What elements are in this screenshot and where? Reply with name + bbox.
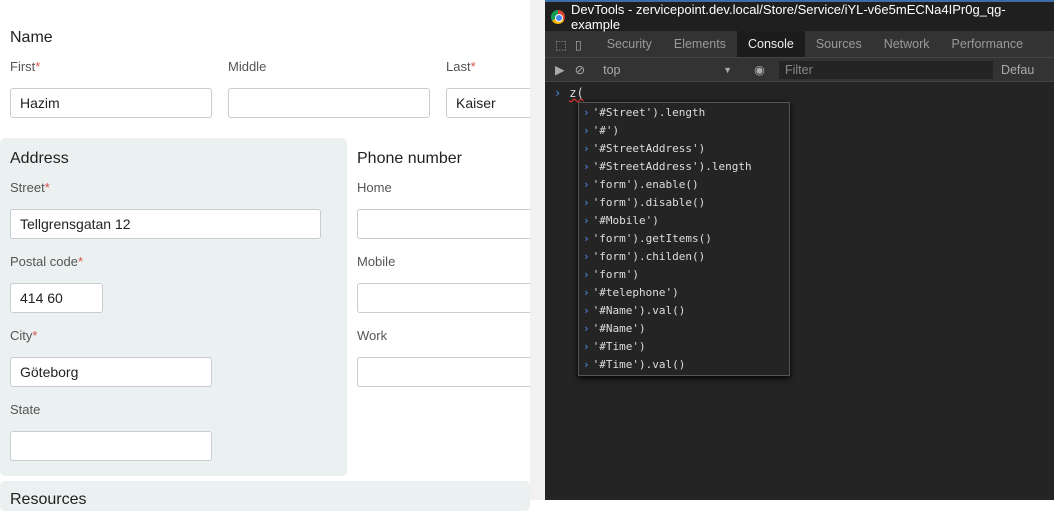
postal-code-label: Postal code* [10, 254, 83, 269]
chevron-right-icon: › [583, 304, 590, 317]
eye-icon[interactable]: ◉ [754, 62, 765, 77]
tab-security[interactable]: Security [596, 31, 663, 57]
first-name-input[interactable]: Hazim [10, 88, 212, 118]
console-input-text[interactable]: z( [569, 86, 583, 100]
autocomplete-item[interactable]: › '#Name').val() [579, 302, 789, 320]
chevron-right-icon: › [583, 250, 590, 263]
chevron-right-icon: › [583, 286, 590, 299]
suggestion-text: '#Mobile') [592, 214, 659, 227]
chevron-right-icon: › [583, 322, 590, 335]
device-toolbar-icon[interactable]: ▯ [575, 37, 582, 52]
console-toolbar: ▶ ⊘ top ▼ ◉ Filter Defau [545, 57, 1054, 82]
tab-performance[interactable]: Performance [941, 31, 1035, 57]
chevron-right-icon: › [583, 178, 590, 191]
chevron-down-icon[interactable]: ▼ [723, 65, 732, 75]
suggestion-text: '#') [592, 124, 620, 137]
service-form: Name First* Hazim Middle Last* Kaiser Ad… [0, 0, 567, 511]
levels-dropdown[interactable]: Defau [1001, 63, 1034, 77]
middle-label: Middle [228, 59, 267, 74]
mobile-label: Mobile [357, 254, 396, 269]
autocomplete-item[interactable]: › '#StreetAddress').length [579, 158, 789, 176]
tab-network[interactable]: Network [873, 31, 941, 57]
suggestion-text: '#Street').length [592, 106, 706, 119]
suggestion-text: '#Name').val() [592, 304, 686, 317]
suggestion-text: '#Time') [592, 340, 646, 353]
autocomplete-item[interactable]: › '#telephone') [579, 284, 789, 302]
inspect-element-icon[interactable]: ⬚ [555, 37, 567, 52]
prompt-icon: › [554, 86, 562, 100]
tab-console[interactable]: Console [736, 31, 805, 57]
autocomplete-item[interactable]: › '#Street').length [579, 104, 789, 122]
chevron-right-icon: › [583, 142, 590, 155]
autocomplete-item[interactable]: › '#Name') [579, 320, 789, 338]
page-scrollbar[interactable] [530, 0, 545, 500]
devtools-title: DevTools - zervicepoint.dev.local/Store/… [570, 1, 1006, 32]
city-label: City* [10, 328, 38, 343]
first-label: First* [10, 59, 41, 74]
autocomplete-item[interactable]: ›'form').childen() [579, 248, 789, 266]
chevron-right-icon: › [583, 232, 590, 245]
name-heading: Name [10, 29, 53, 46]
chevron-right-icon: › [583, 124, 590, 137]
sidebar-toggle-icon[interactable]: ▶ [555, 62, 565, 77]
clear-console-icon[interactable]: ⊘ [575, 62, 585, 77]
context-select[interactable]: top [603, 63, 723, 77]
autocomplete-item[interactable]: ›'form').getItems() [579, 230, 789, 248]
street-input[interactable]: Tellgrensgatan 12 [10, 209, 321, 239]
middle-name-input[interactable] [228, 88, 430, 118]
chevron-right-icon: › [583, 268, 590, 281]
suggestion-text: '#Name') [592, 322, 646, 335]
phone-heading: Phone number [357, 150, 462, 167]
chrome-logo-icon [551, 9, 565, 24]
suggestion-text: 'form').enable() [592, 178, 699, 191]
chevron-right-icon: › [583, 106, 590, 119]
suggestion-text: '#StreetAddress').length [592, 160, 752, 173]
resources-heading: Resources [10, 491, 87, 508]
address-heading: Address [10, 150, 69, 167]
autocomplete-item[interactable]: ›'form') [579, 266, 789, 284]
postal-code-input[interactable]: 414 60 [10, 283, 103, 313]
chevron-right-icon: › [583, 340, 590, 353]
suggestion-text: '#StreetAddress') [592, 142, 706, 155]
last-label: Last* [446, 59, 476, 74]
tab-elements[interactable]: Elements [663, 31, 737, 57]
autocomplete-list: › '#Street').length › '#') › '#StreetAddress'… [578, 102, 790, 376]
chevron-right-icon: › [583, 214, 590, 227]
suggestion-text: 'form').getItems() [592, 232, 712, 245]
chevron-right-icon: › [583, 358, 590, 371]
devtools-tabbar: ⬚ ▯ Security Elements Console Sources Ne… [545, 31, 1054, 57]
autocomplete-item[interactable]: › '#') [579, 122, 789, 140]
chevron-right-icon: › [583, 160, 590, 173]
city-input[interactable]: Göteborg [10, 357, 212, 387]
suggestion-text: '#telephone') [592, 286, 679, 299]
autocomplete-item[interactable]: ›'form').disable() [579, 194, 789, 212]
state-input[interactable] [10, 431, 212, 461]
tab-sources[interactable]: Sources [805, 31, 873, 57]
suggestion-text: 'form').disable() [592, 196, 706, 209]
suggestion-text: '#Time').val() [592, 358, 686, 371]
autocomplete-item[interactable]: › '#Mobile') [579, 212, 789, 230]
home-label: Home [357, 180, 392, 195]
state-label: State [10, 402, 41, 417]
devtools-window: DevTools - zervicepoint.dev.local/Store/… [545, 0, 1054, 500]
autocomplete-item[interactable]: › '#Time') [579, 338, 789, 356]
chevron-right-icon: › [583, 196, 590, 209]
autocomplete-item[interactable]: ›'form').enable() [579, 176, 789, 194]
work-label: Work [357, 328, 388, 343]
filter-input[interactable]: Filter [778, 60, 993, 79]
autocomplete-item[interactable]: › '#Time').val() [579, 356, 789, 374]
autocomplete-item[interactable]: › '#StreetAddress') [579, 140, 789, 158]
console-input[interactable]: › z( [554, 86, 584, 100]
devtools-titlebar: DevTools - zervicepoint.dev.local/Store/… [545, 0, 1054, 32]
suggestion-text: 'form') [592, 268, 639, 281]
suggestion-text: 'form').childen() [592, 250, 706, 263]
street-label: Street* [10, 180, 50, 195]
